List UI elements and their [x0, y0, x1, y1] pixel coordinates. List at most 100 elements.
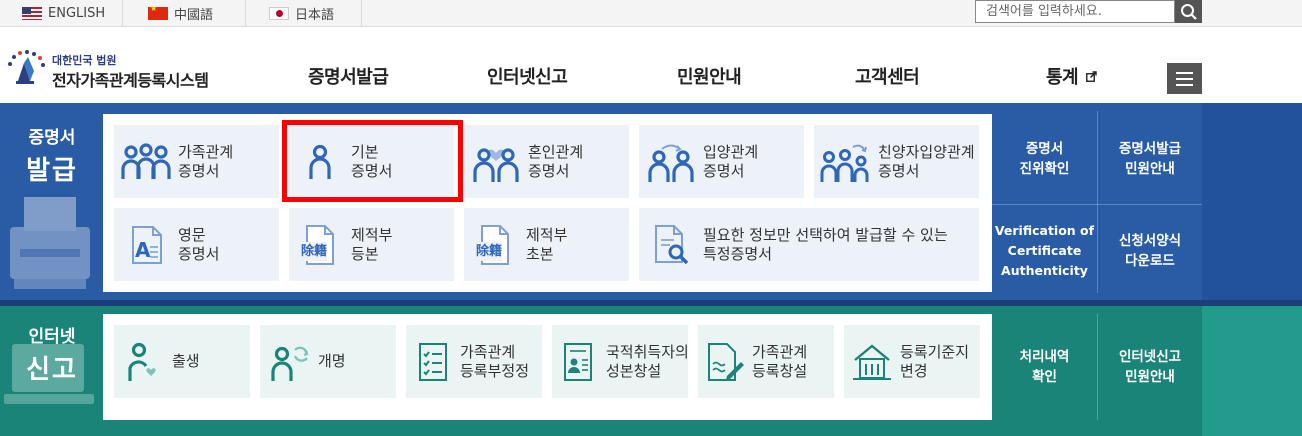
side-link-line2: 확인	[1032, 369, 1057, 385]
hamburger-line	[1176, 71, 1193, 74]
side-link-line2: 민원안내	[1125, 369, 1175, 385]
external-link-icon	[1085, 71, 1097, 82]
card-full-adoption-certificate[interactable]: 친양자입양관계 증명서	[814, 125, 979, 198]
side-link-line2: Certificate	[1007, 243, 1082, 258]
processing-history-link[interactable]: 처리내역확인	[992, 328, 1097, 406]
nav-customer-center[interactable]: 고객센터	[855, 63, 920, 89]
seal-text: 除籍	[301, 241, 328, 261]
card-label-line1: 친양자입양관계	[878, 142, 975, 161]
card-label-line1: 제적부	[351, 225, 393, 244]
card-english-certificate[interactable]: A 영문 증명서	[114, 208, 279, 281]
house-icon	[844, 342, 900, 382]
language-bar: ENGLISH 中國語 日本語	[0, 0, 1302, 27]
menu-button[interactable]	[1167, 63, 1202, 94]
us-flag-icon	[22, 6, 42, 20]
card-label-line1: 가족관계	[460, 342, 516, 361]
card-label-line2: 등록창설	[752, 361, 808, 380]
section-title-line2: 신고	[26, 355, 78, 385]
card-removed-register-full-copy[interactable]: 除籍 제적부 등본	[289, 208, 454, 281]
card-label-line1: 영문	[178, 225, 206, 244]
svg-text:A: A	[135, 238, 151, 262]
card-label-line1: 혼인관계	[528, 142, 584, 161]
internet-report-guide-link[interactable]: 인터넷신고민원안내	[1098, 328, 1202, 406]
divider	[1097, 314, 1098, 420]
card-label: 등록기준지 변경	[900, 343, 969, 381]
card-label-line2: 특정증명서	[703, 244, 773, 263]
search-icon	[1180, 3, 1197, 20]
lang-chinese-link[interactable]: 中國語	[123, 0, 246, 26]
certificate-verify-link[interactable]: 증명서 진위확인	[992, 123, 1097, 195]
side-link-line1: 증명서	[1025, 141, 1064, 157]
card-registration-base-change[interactable]: 등록기준지 변경	[844, 325, 980, 398]
certificate-guide-link[interactable]: 증명서발급 민원안내	[1098, 123, 1202, 195]
couple-heart-icon	[464, 141, 528, 183]
card-label: 친양자입양관계 증명서	[878, 143, 975, 181]
side-link-line1: 인터넷신고	[1118, 349, 1182, 365]
lang-japanese-link[interactable]: 日本語	[246, 0, 362, 26]
form-download-link[interactable]: 신청서양식 다운로드	[1098, 213, 1202, 289]
section-title-line1: 증명서	[28, 128, 76, 148]
nav-statistics-label: 통계	[1046, 67, 1079, 88]
nav-certificate-issuance[interactable]: 증명서발급	[308, 63, 389, 89]
side-link-line2: 다운로드	[1125, 253, 1175, 269]
search-button[interactable]	[1175, 0, 1202, 23]
verification-of-authenticity-link[interactable]: Verification of Certificate Authenticity	[992, 213, 1097, 289]
card-label: 국적취득자의 성본창설	[606, 343, 689, 381]
divider	[992, 204, 1202, 205]
card-label: 혼인관계 증명서	[528, 143, 583, 181]
card-register-correction[interactable]: 가족관계 등록부정정	[406, 325, 542, 398]
card-family-relation-certificate[interactable]: 가족관계 증명서	[114, 125, 279, 198]
document-seal-icon: 除籍	[464, 224, 526, 266]
card-label-line2: 증명서	[178, 161, 220, 180]
card-label-line1: 필요한 정보만 선택하여 발급할 수 있는	[703, 225, 948, 244]
card-label-line2: 초본	[526, 244, 554, 263]
china-flag-icon	[148, 6, 168, 20]
card-name-change-report[interactable]: 개명	[260, 325, 396, 398]
logo-title: 전자가족관계등록시스템	[52, 71, 209, 90]
site-logo[interactable]: 대한민국 법원 전자가족관계등록시스템	[4, 49, 224, 93]
nav-statistics[interactable]: 통계	[1046, 63, 1097, 89]
adoption-family-icon	[814, 141, 878, 183]
card-label-line1: 국적취득자의	[606, 342, 689, 361]
card-label-line2: 변경	[900, 361, 928, 380]
card-label: 개명	[318, 352, 346, 371]
lang-english-label: ENGLISH	[48, 5, 106, 21]
card-label: 필요한 정보만 선택하여 발급할 수 있는 특정증명서	[703, 226, 948, 264]
nav-civil-guide[interactable]: 민원안내	[677, 63, 742, 89]
card-naturalized-surname-creation[interactable]: 국적취득자의 성본창설	[552, 325, 689, 398]
japan-flag-icon	[269, 6, 289, 20]
card-label-line2: 성본창설	[606, 361, 662, 380]
certificate-section-title: 증명서 발급	[8, 123, 96, 187]
card-label-line2: 등록부정정	[460, 361, 530, 380]
lang-japanese-label: 日本語	[295, 7, 335, 23]
lang-chinese-label: 中國語	[174, 7, 214, 23]
search-input[interactable]	[975, 0, 1175, 23]
card-label-line2: 증명서	[178, 244, 220, 263]
card-label-line1: 출생	[172, 352, 200, 370]
card-birth-report[interactable]: 출생	[114, 325, 250, 398]
document-a-icon: A	[114, 225, 178, 265]
nav-internet-report[interactable]: 인터넷신고	[487, 63, 568, 89]
card-label-line1: 개명	[318, 352, 346, 370]
divider	[1097, 111, 1098, 293]
lang-english-link[interactable]: ENGLISH	[0, 0, 123, 26]
card-marriage-certificate[interactable]: 혼인관계 증명서	[464, 125, 629, 198]
court-emblem-icon	[8, 50, 45, 84]
document-seal-icon: 除籍	[289, 224, 351, 266]
logo-subtitle: 대한민국 법원	[52, 54, 117, 67]
document-search-icon	[639, 224, 703, 266]
report-section-edge	[1202, 306, 1302, 436]
page: ENGLISH 中國語 日本語	[0, 0, 1302, 436]
search-box	[975, 0, 1202, 23]
card-adoption-certificate[interactable]: 입양관계 증명서	[639, 125, 804, 198]
card-removed-register-extract[interactable]: 除籍 제적부 초본	[464, 208, 629, 281]
side-link-line1: 처리내역	[1019, 349, 1070, 365]
card-label-line1: 가족관계	[752, 342, 808, 361]
document-pen-icon	[698, 342, 752, 382]
report-section-title: 인터넷 신고	[8, 322, 96, 386]
card-label: 제적부 초본	[526, 226, 567, 264]
card-register-creation[interactable]: 가족관계 등록창설	[698, 325, 834, 398]
hamburger-line	[1176, 77, 1193, 80]
card-specific-certificate[interactable]: 필요한 정보만 선택하여 발급할 수 있는 특정증명서	[639, 208, 979, 281]
seal-text: 除籍	[476, 241, 503, 261]
